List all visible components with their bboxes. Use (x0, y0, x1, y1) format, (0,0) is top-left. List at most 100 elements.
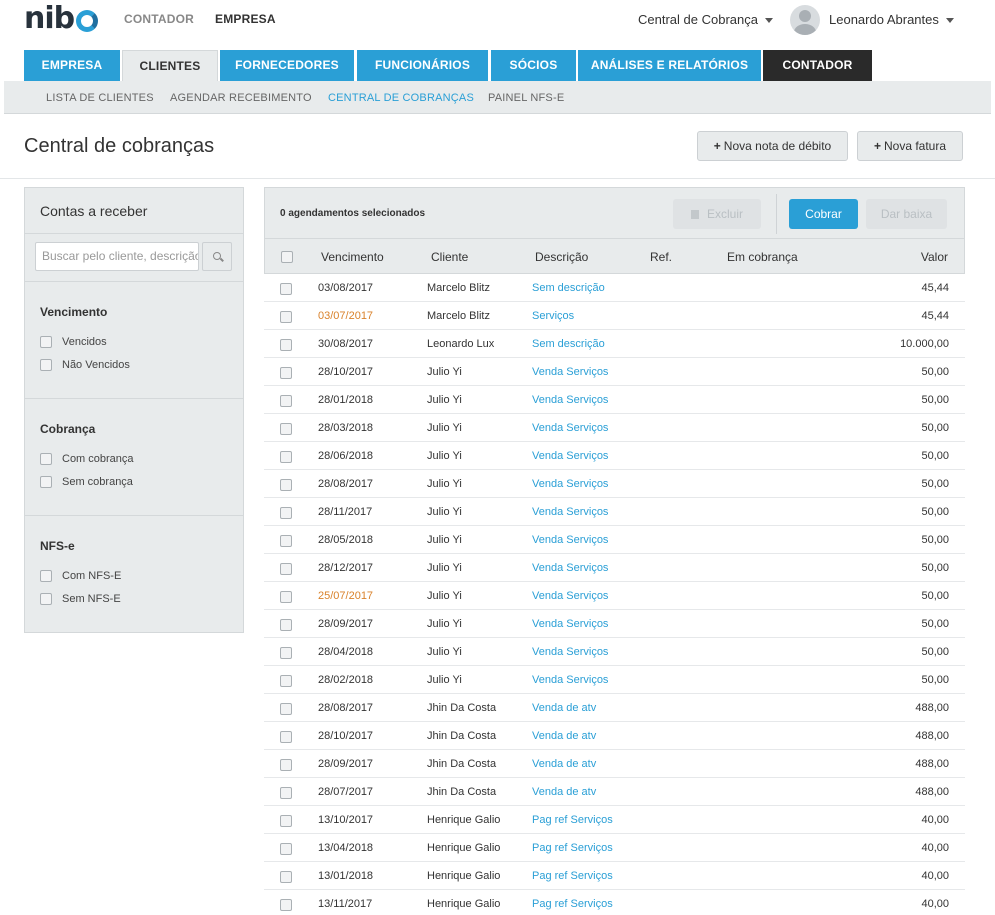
table-row[interactable]: 28/03/2018 Julio Yi Venda Serviços 50,00 (264, 414, 965, 442)
checkbox[interactable] (40, 359, 52, 371)
row-checkbox[interactable] (280, 311, 292, 323)
cell-descricao-link[interactable]: Venda Serviços (532, 506, 608, 518)
row-checkbox[interactable] (280, 815, 292, 827)
table-row[interactable]: 28/05/2018 Julio Yi Venda Serviços 50,00 (264, 526, 965, 554)
subnav-central-cobrancas[interactable]: CENTRAL DE COBRANÇAS (328, 92, 474, 104)
cell-descricao-link[interactable]: Pag ref Serviços (532, 814, 613, 826)
cell-descricao-link[interactable]: Venda Serviços (532, 562, 608, 574)
checkbox[interactable] (40, 570, 52, 582)
filter-com-nfse[interactable]: Com NFS-E (40, 569, 121, 583)
row-checkbox[interactable] (280, 787, 292, 799)
cell-descricao-link[interactable]: Venda Serviços (532, 646, 608, 658)
row-checkbox[interactable] (280, 367, 292, 379)
table-row[interactable]: 25/07/2017 Julio Yi Venda Serviços 50,00 (264, 582, 965, 610)
filter-sem-cobranca[interactable]: Sem cobrança (40, 475, 133, 489)
cell-descricao-link[interactable]: Venda Serviços (532, 422, 608, 434)
new-debit-note-button[interactable]: + Nova nota de débito (697, 131, 848, 161)
filter-sem-nfse[interactable]: Sem NFS-E (40, 592, 121, 606)
row-checkbox[interactable] (280, 647, 292, 659)
cell-descricao-link[interactable]: Venda Serviços (532, 366, 608, 378)
table-row[interactable]: 28/01/2018 Julio Yi Venda Serviços 50,00 (264, 386, 965, 414)
search-button[interactable] (202, 242, 232, 271)
cell-descricao-link[interactable]: Venda Serviços (532, 590, 608, 602)
table-row[interactable]: 28/09/2017 Julio Yi Venda Serviços 50,00 (264, 610, 965, 638)
row-checkbox[interactable] (280, 339, 292, 351)
contador-link[interactable]: CONTADOR (124, 12, 194, 26)
col-em-cobranca[interactable]: Em cobrança (727, 250, 798, 264)
table-row[interactable]: 28/07/2017 Jhin Da Costa Venda de atv 488,0… (264, 778, 965, 806)
row-checkbox[interactable] (280, 535, 292, 547)
table-row[interactable]: 30/08/2017 Leonardo Lux Sem descrição 10.00… (264, 330, 965, 358)
col-cliente[interactable]: Cliente (431, 250, 468, 264)
cell-descricao-link[interactable]: Venda de atv (532, 730, 596, 742)
checkbox[interactable] (40, 476, 52, 488)
cell-descricao-link[interactable]: Serviços (532, 310, 574, 322)
table-row[interactable]: 28/08/2017 Julio Yi Venda Serviços 50,00 (264, 470, 965, 498)
table-row[interactable]: 13/01/2018 Henrique Galio Pag ref Serviços… (264, 862, 965, 890)
table-row[interactable]: 03/08/2017 Marcelo Blitz Sem descrição 45,4… (264, 274, 965, 302)
cell-descricao-link[interactable]: Venda Serviços (532, 534, 608, 546)
col-vencimento[interactable]: Vencimento (321, 250, 384, 264)
select-all-checkbox[interactable] (281, 251, 293, 263)
row-checkbox[interactable] (280, 451, 292, 463)
tab-funcionarios[interactable]: FUNCIONÁRIOS (357, 50, 488, 81)
table-row[interactable]: 28/04/2018 Julio Yi Venda Serviços 50,00 (264, 638, 965, 666)
tab-empresa[interactable]: EMPRESA (24, 50, 120, 81)
empresa-link[interactable]: EMPRESA (215, 12, 276, 26)
filter-com-cobranca[interactable]: Com cobrança (40, 452, 134, 466)
tab-analises-relatorios[interactable]: ANÁLISES E RELATÓRIOS (578, 50, 761, 81)
row-checkbox[interactable] (280, 703, 292, 715)
cell-descricao-link[interactable]: Venda de atv (532, 758, 596, 770)
cell-descricao-link[interactable]: Venda de atv (532, 702, 596, 714)
tab-clientes[interactable]: CLIENTES (122, 50, 218, 82)
table-row[interactable]: 28/08/2017 Jhin Da Costa Venda de atv 488,0… (264, 694, 965, 722)
col-descricao[interactable]: Descrição (535, 250, 588, 264)
cell-descricao-link[interactable]: Venda Serviços (532, 674, 608, 686)
tab-contador[interactable]: CONTADOR (763, 50, 872, 81)
checkbox[interactable] (40, 593, 52, 605)
row-checkbox[interactable] (280, 423, 292, 435)
cell-descricao-link[interactable]: Pag ref Serviços (532, 842, 613, 854)
module-dropdown[interactable]: Central de Cobrança (638, 12, 773, 27)
subnav-lista-clientes[interactable]: LISTA DE CLIENTES (46, 92, 154, 104)
table-row[interactable]: 13/04/2018 Henrique Galio Pag ref Serviços… (264, 834, 965, 862)
table-row[interactable]: 28/12/2017 Julio Yi Venda Serviços 50,00 (264, 554, 965, 582)
table-row[interactable]: 13/10/2017 Henrique Galio Pag ref Serviços… (264, 806, 965, 834)
subnav-painel-nfse[interactable]: PAINEL NFS-E (488, 92, 564, 104)
table-row[interactable]: 28/11/2017 Julio Yi Venda Serviços 50,00 (264, 498, 965, 526)
cell-descricao-link[interactable]: Venda Serviços (532, 394, 608, 406)
new-invoice-button[interactable]: + Nova fatura (857, 131, 963, 161)
cell-descricao-link[interactable]: Venda Serviços (532, 450, 608, 462)
tab-socios[interactable]: SÓCIOS (491, 50, 576, 81)
row-checkbox[interactable] (280, 507, 292, 519)
table-row[interactable]: 28/10/2017 Julio Yi Venda Serviços 50,00 (264, 358, 965, 386)
user-menu[interactable]: Leonardo Abrantes (829, 12, 954, 27)
row-checkbox[interactable] (280, 675, 292, 687)
row-checkbox[interactable] (280, 759, 292, 771)
row-checkbox[interactable] (280, 871, 292, 883)
search-input[interactable]: Buscar pelo cliente, descrição (35, 242, 199, 271)
table-row[interactable]: 28/10/2017 Jhin Da Costa Venda de atv 488,0… (264, 722, 965, 750)
col-ref[interactable]: Ref. (650, 250, 672, 264)
checkbox[interactable] (40, 453, 52, 465)
cell-descricao-link[interactable]: Sem descrição (532, 338, 605, 350)
row-checkbox[interactable] (280, 899, 292, 911)
charge-button[interactable]: Cobrar (789, 199, 858, 229)
row-checkbox[interactable] (280, 563, 292, 575)
row-checkbox[interactable] (280, 591, 292, 603)
avatar[interactable] (790, 5, 820, 35)
cell-descricao-link[interactable]: Pag ref Serviços (532, 870, 613, 882)
table-row[interactable]: 28/09/2017 Jhin Da Costa Venda de atv 488,0… (264, 750, 965, 778)
col-valor[interactable]: Valor (921, 250, 948, 264)
row-checkbox[interactable] (280, 283, 292, 295)
settle-button[interactable]: Dar baixa (866, 199, 947, 229)
cell-descricao-link[interactable]: Venda Serviços (532, 618, 608, 630)
delete-button[interactable]: Excluir (673, 199, 761, 229)
cell-descricao-link[interactable]: Venda Serviços (532, 478, 608, 490)
filter-nao-vencidos[interactable]: Não Vencidos (40, 358, 130, 372)
cell-descricao-link[interactable]: Venda de atv (532, 786, 596, 798)
cell-descricao-link[interactable]: Pag ref Serviços (532, 898, 613, 910)
table-row[interactable]: 28/02/2018 Julio Yi Venda Serviços 50,00 (264, 666, 965, 694)
nibo-logo[interactable]: nib (24, 3, 99, 35)
table-row[interactable]: 28/06/2018 Julio Yi Venda Serviços 50,00 (264, 442, 965, 470)
